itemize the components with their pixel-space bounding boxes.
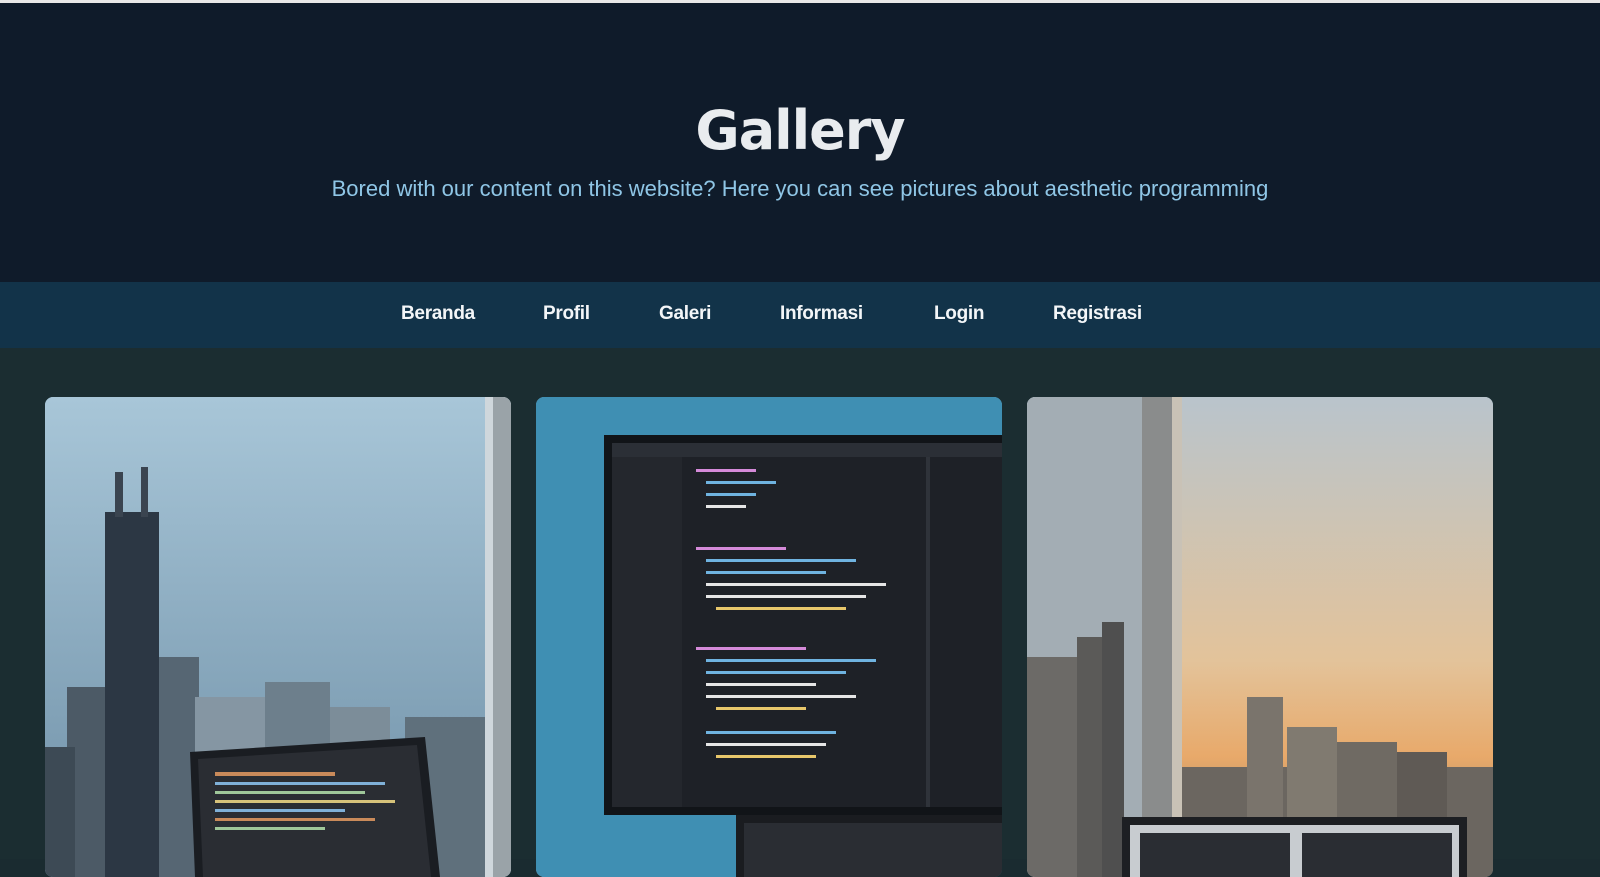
sunset-window-photo bbox=[1027, 397, 1493, 877]
nav-link-beranda[interactable]: Beranda bbox=[401, 303, 475, 325]
gallery-image-code-monitor[interactable] bbox=[536, 397, 1002, 877]
page-title: Gallery bbox=[695, 99, 905, 162]
nav-link-registrasi[interactable]: Registrasi bbox=[1053, 303, 1142, 325]
city-laptop-photo bbox=[45, 397, 511, 877]
page-header: Gallery Bored with our content on this w… bbox=[0, 3, 1600, 282]
main-nav: Beranda Profil Galeri Informasi Login Re… bbox=[0, 282, 1600, 348]
gallery-image-city-laptop[interactable] bbox=[45, 397, 511, 877]
page-subtitle: Bored with our content on this website? … bbox=[331, 176, 1269, 201]
nav-link-login[interactable]: Login bbox=[934, 303, 985, 325]
nav-link-profil[interactable]: Profil bbox=[543, 303, 590, 325]
gallery-grid bbox=[0, 348, 1600, 877]
nav-link-informasi[interactable]: Informasi bbox=[780, 303, 863, 325]
gallery-image-sunset-window[interactable] bbox=[1027, 397, 1493, 877]
nav-link-galeri[interactable]: Galeri bbox=[659, 303, 711, 325]
code-monitor-photo bbox=[536, 397, 1002, 877]
